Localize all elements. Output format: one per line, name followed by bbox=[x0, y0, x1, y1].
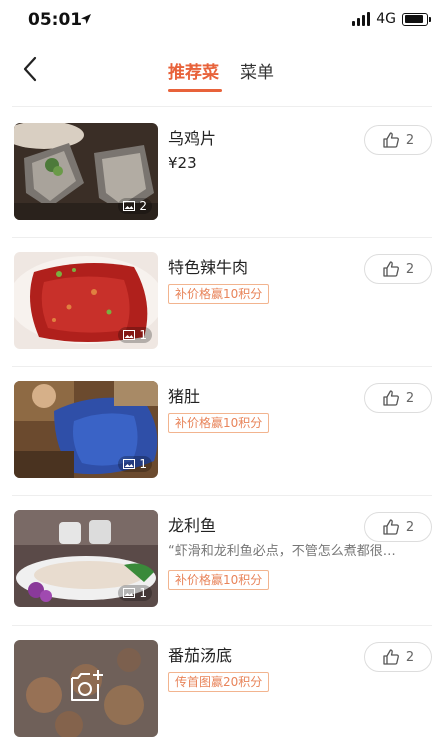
tab-recommended-dishes[interactable]: 推荐菜 bbox=[168, 58, 219, 83]
status-bar: 05:01 4G bbox=[0, 0, 444, 42]
like-button[interactable]: 2 bbox=[364, 125, 432, 155]
dish-item[interactable]: 2 乌鸡片 ¥23 2 bbox=[0, 107, 444, 237]
like-count: 2 bbox=[405, 649, 415, 665]
thumbs-up-icon bbox=[383, 132, 399, 148]
signal-icon bbox=[352, 12, 371, 26]
active-tab-indicator bbox=[168, 89, 222, 92]
like-button[interactable]: 2 bbox=[364, 512, 432, 542]
dish-photo[interactable]: 2 bbox=[14, 123, 158, 220]
upload-photo-promo-tag[interactable]: 传首图赢20积分 bbox=[168, 672, 270, 692]
like-count: 2 bbox=[405, 519, 415, 535]
status-indicators: 4G bbox=[352, 11, 431, 27]
image-icon bbox=[123, 201, 136, 211]
dish-photo[interactable]: 1 bbox=[14, 252, 158, 349]
status-time: 05:01 bbox=[28, 10, 83, 30]
thumbs-up-icon bbox=[383, 390, 399, 406]
dish-item[interactable]: 1 猪肚 补价格赢10积分 2 bbox=[0, 365, 444, 495]
like-count: 2 bbox=[405, 261, 415, 277]
location-arrow-icon bbox=[81, 14, 91, 24]
thumbs-up-icon bbox=[383, 261, 399, 277]
photo-count: 1 bbox=[139, 586, 147, 600]
dish-name: 番茄汤底 bbox=[168, 646, 233, 665]
dish-item[interactable]: 1 龙利鱼 “虾滑和龙利鱼必点，不管怎么煮都很… 补价格赢10积分 2 bbox=[0, 494, 444, 624]
like-count: 2 bbox=[405, 132, 415, 148]
thumbs-up-icon bbox=[383, 519, 399, 535]
battery-icon bbox=[402, 12, 431, 26]
review-quote: “虾滑和龙利鱼必点，不管怎么煮都很… bbox=[168, 544, 396, 559]
tab-menu[interactable]: 菜单 bbox=[240, 58, 274, 83]
dish-item[interactable]: 1 特色辣牛肉 补价格赢10积分 2 bbox=[0, 236, 444, 366]
back-arrow-icon[interactable] bbox=[18, 54, 44, 84]
dish-name: 乌鸡片 bbox=[168, 129, 217, 148]
photo-count: 2 bbox=[139, 199, 147, 213]
dish-photo[interactable]: 1 bbox=[14, 381, 158, 478]
photo-count: 1 bbox=[139, 457, 147, 471]
image-icon bbox=[123, 459, 136, 469]
dish-price: ¥23 bbox=[168, 154, 197, 172]
network-type: 4G bbox=[376, 11, 396, 27]
image-icon bbox=[123, 330, 136, 340]
photo-count-badge: 1 bbox=[118, 327, 152, 343]
fill-price-promo-tag[interactable]: 补价格赢10积分 bbox=[168, 284, 270, 304]
fill-price-promo-tag[interactable]: 补价格赢10积分 bbox=[168, 413, 270, 433]
photo-count-badge: 2 bbox=[118, 198, 152, 214]
photo-count-badge: 1 bbox=[118, 585, 152, 601]
dish-item[interactable]: 番茄汤底 传首图赢20积分 2 bbox=[0, 624, 444, 745]
upload-photo-placeholder[interactable] bbox=[14, 640, 158, 737]
image-icon bbox=[123, 588, 136, 598]
top-nav: 推荐菜 菜单 bbox=[0, 42, 444, 106]
photo-count-badge: 1 bbox=[118, 456, 152, 472]
dish-name: 龙利鱼 bbox=[168, 516, 217, 535]
photo-count: 1 bbox=[139, 328, 147, 342]
like-button[interactable]: 2 bbox=[364, 383, 432, 413]
thumbs-up-icon bbox=[383, 649, 399, 665]
add-photo-icon[interactable] bbox=[68, 668, 106, 704]
dish-photo[interactable]: 1 bbox=[14, 510, 158, 607]
like-button[interactable]: 2 bbox=[364, 254, 432, 284]
fill-price-promo-tag[interactable]: 补价格赢10积分 bbox=[168, 570, 270, 590]
like-count: 2 bbox=[405, 390, 415, 406]
dish-name: 特色辣牛肉 bbox=[168, 258, 249, 277]
like-button[interactable]: 2 bbox=[364, 642, 432, 672]
dish-name: 猪肚 bbox=[168, 387, 201, 406]
